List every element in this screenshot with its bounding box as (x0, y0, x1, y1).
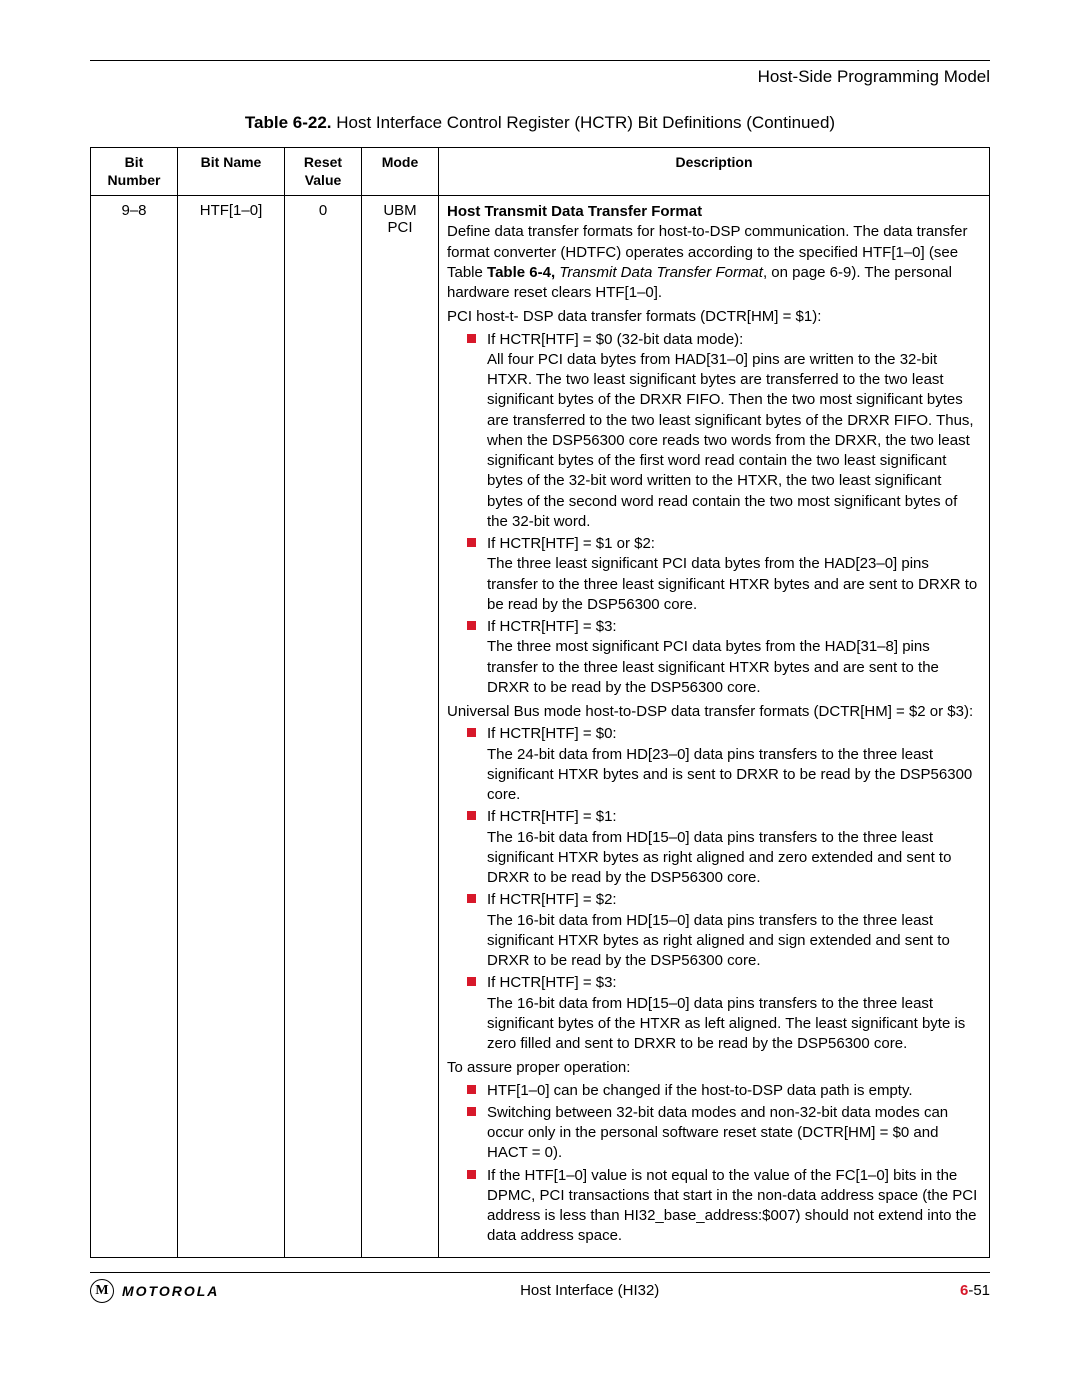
desc-ref-italic: Transmit Data Transfer Format (555, 264, 763, 281)
cell-mode: UBM PCI (362, 196, 439, 1258)
page-num: 51 (973, 1282, 990, 1299)
cell-description: Host Transmit Data Transfer Format Defin… (439, 196, 990, 1258)
cell-reset-value: 0 (285, 196, 362, 1258)
list-item-body: The 16-bit data from HD[15–0] data pins … (487, 829, 951, 887)
list-item-body: The 24-bit data from HD[23–0] data pins … (487, 746, 972, 804)
table-header-row: Bit Number Bit Name Reset Value Mode Des… (91, 148, 990, 196)
page-number: 6-51 (960, 1282, 990, 1299)
list-item: If HCTR[HTF] = $1 or $2: The three least … (467, 534, 981, 615)
list-item-head: If HCTR[HTF] = $1 or $2: (487, 535, 655, 552)
col-bit-number: Bit Number (91, 148, 178, 196)
page-footer: M MOTOROLA Host Interface (HI32) 6-51 (90, 1279, 990, 1303)
list-item-body: All four PCI data bytes from HAD[31–0] p… (487, 351, 974, 530)
list-item-body: Switching between 32-bit data modes and … (487, 1104, 948, 1162)
table-caption: Table 6-22. Host Interface Control Regis… (90, 113, 990, 133)
desc-ref-bold: Table 6-4, (487, 264, 555, 281)
pci-mode-line: PCI host-t- DSP data transfer formats (D… (447, 307, 981, 327)
cell-mode-pci: PCI (370, 219, 430, 236)
col-bit-name: Bit Name (178, 148, 285, 196)
pci-list: If HCTR[HTF] = $0 (32-bit data mode): All… (447, 330, 981, 699)
cell-bit-number: 9–8 (91, 196, 178, 1258)
cell-mode-ubm: UBM (370, 202, 430, 219)
list-item-head: If HCTR[HTF] = $0 (32-bit data mode): (487, 331, 743, 348)
cell-bit-name: HTF[1–0] (178, 196, 285, 1258)
list-item: HTF[1–0] can be changed if the host-to-D… (467, 1081, 981, 1101)
list-item-body: HTF[1–0] can be changed if the host-to-D… (487, 1082, 913, 1099)
list-item: If HCTR[HTF] = $3: The 16-bit data from H… (467, 973, 981, 1054)
list-item-body: The 16-bit data from HD[15–0] data pins … (487, 912, 950, 970)
header-rule (90, 60, 990, 61)
brand-block: M MOTOROLA (90, 1279, 219, 1303)
footer-center: Host Interface (HI32) (520, 1282, 659, 1299)
list-item: If HCTR[HTF] = $2: The 16-bit data from H… (467, 890, 981, 971)
col-description: Description (439, 148, 990, 196)
page-header: Host-Side Programming Model (90, 67, 990, 87)
list-item: If HCTR[HTF] = $1: The 16-bit data from H… (467, 807, 981, 888)
table-caption-text: Host Interface Control Register (HCTR) B… (332, 113, 836, 132)
col-reset-value: Reset Value (285, 148, 362, 196)
list-item-body: The three most significant PCI data byte… (487, 638, 939, 696)
list-item-body: The 16-bit data from HD[15–0] data pins … (487, 995, 965, 1053)
list-item-head: If HCTR[HTF] = $3: (487, 618, 617, 635)
list-item: Switching between 32-bit data modes and … (467, 1103, 981, 1164)
footer-rule (90, 1272, 990, 1273)
col-mode: Mode (362, 148, 439, 196)
table-row: 9–8 HTF[1–0] 0 UBM PCI Host Transmit Dat… (91, 196, 990, 1258)
list-item-body: The three least significant PCI data byt… (487, 555, 977, 613)
list-item-head: If HCTR[HTF] = $3: (487, 974, 617, 991)
hctr-table: Bit Number Bit Name Reset Value Mode Des… (90, 147, 990, 1258)
document-page: Host-Side Programming Model Table 6-22. … (0, 0, 1080, 1343)
list-item-head: If HCTR[HTF] = $2: (487, 891, 617, 908)
list-item-head: If HCTR[HTF] = $1: (487, 808, 617, 825)
list-item-head: If HCTR[HTF] = $0: (487, 725, 617, 742)
motorola-logo-icon: M (90, 1279, 114, 1303)
brand-name: MOTOROLA (122, 1283, 219, 1299)
list-item: If HCTR[HTF] = $3: The three most signifi… (467, 617, 981, 698)
list-item: If the HTF[1–0] value is not equal to th… (467, 1166, 981, 1247)
assure-line: To assure proper operation: (447, 1058, 981, 1078)
ubm-mode-line: Universal Bus mode host-to-DSP data tran… (447, 702, 981, 722)
desc-heading: Host Transmit Data Transfer Format (447, 203, 702, 220)
desc-intro: Define data transfer formats for host-to… (447, 222, 981, 303)
list-item: If HCTR[HTF] = $0: The 24-bit data from H… (467, 724, 981, 805)
ubm-list: If HCTR[HTF] = $0: The 24-bit data from H… (447, 724, 981, 1054)
list-item-body: If the HTF[1–0] value is not equal to th… (487, 1167, 977, 1245)
assure-list: HTF[1–0] can be changed if the host-to-D… (447, 1081, 981, 1247)
table-number: Table 6-22. (245, 113, 332, 132)
list-item: If HCTR[HTF] = $0 (32-bit data mode): All… (467, 330, 981, 533)
